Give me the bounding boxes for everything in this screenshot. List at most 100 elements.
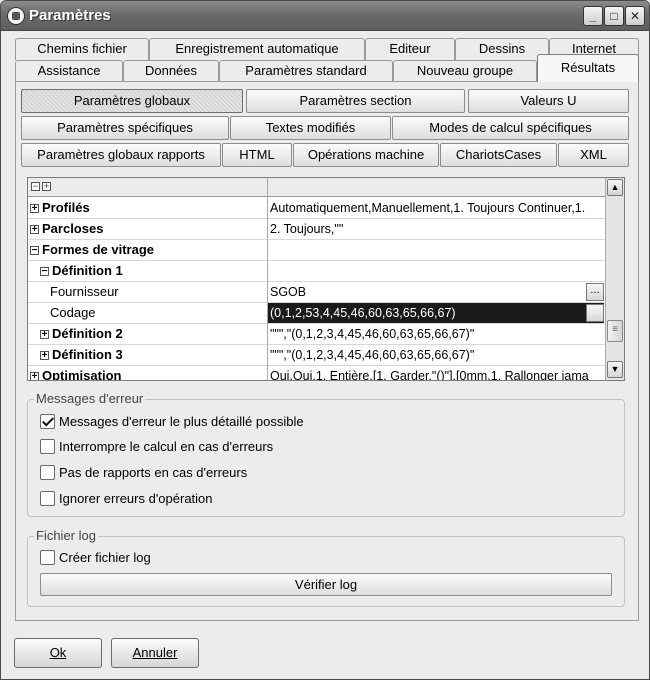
row-label: Profilés [42,200,90,215]
collapse-icon[interactable]: − [40,267,49,277]
row-value[interactable]: SGOB ... [268,282,604,302]
tab-chemins-fichier[interactable]: Chemins fichier [15,38,149,60]
no-reports-on-errors-checkbox[interactable] [40,465,55,480]
tab-resultats[interactable]: Résultats [537,54,639,82]
scroll-thumb[interactable]: ≡ [607,320,623,342]
row-value[interactable]: Oui,Oui,1. Entière,[1. Garder,"()"],[0mm… [268,366,604,380]
collapse-all-icon[interactable]: − [31,182,40,191]
subtab-valeurs-u[interactable]: Valeurs U [468,89,629,113]
grid-column-separator [267,197,268,380]
tab-parametres-standard[interactable]: Paramètres standard [219,60,393,82]
subtab-modes-de-calcul[interactable]: Modes de calcul spécifiques [392,116,629,140]
ok-button[interactable]: Ok [14,638,102,668]
expand-icon[interactable]: + [40,330,49,340]
cancel-button[interactable]: Annuler [111,638,199,668]
subtab-textes-modifies[interactable]: Textes modifiés [230,116,391,140]
row-value[interactable] [268,240,604,260]
grid-row-definition-1[interactable]: − Définition 1 [28,261,606,282]
subtab-parametres-specifiques[interactable]: Paramètres spécifiques [21,116,229,140]
grid-row-parcloses[interactable]: + Parcloses 2. Toujours,"" [28,219,606,240]
row-value[interactable]: ""","(0,1,2,3,4,45,46,60,63,65,66,67)" [268,345,604,365]
row-label: Formes de vitrage [42,242,154,257]
row-value[interactable] [268,261,604,281]
subtab-parametres-globaux-rapports[interactable]: Paramètres globaux rapports [21,143,221,167]
ignore-operation-errors-label: Ignorer erreurs d'opération [59,491,213,506]
row-label: Définition 1 [52,263,123,278]
row-label-cell: + Définition 2 [40,324,123,344]
detailed-errors-checkbox[interactable] [40,414,55,429]
collapse-icon[interactable]: − [30,246,39,256]
tab-enregistrement-automatique[interactable]: Enregistrement automatique [149,38,365,60]
grid-row-definition-3[interactable]: + Définition 3 ""","(0,1,2,3,4,45,46,60,6… [28,345,606,366]
grid-row-codage[interactable]: Codage (0,1,2,53,4,45,46,60,63,65,66,67)… [28,303,606,324]
row-label-cell: Fournisseur [50,282,119,302]
no-reports-on-errors-label: Pas de rapports en cas d'erreurs [59,465,248,480]
row-label: Définition 2 [52,326,123,341]
row-label: Définition 3 [52,347,123,362]
ok-button-label: Ok [49,645,67,660]
grid-row-fournisseur[interactable]: Fournisseur SGOB ... [28,282,606,303]
verify-log-button[interactable]: Vérifier log [40,573,612,596]
window-title: Paramètres [29,7,111,24]
row-value[interactable]: ""","(0,1,2,3,4,45,46,60,63,65,66,67)" [268,324,604,344]
row-label-cell: + Définition 3 [40,345,123,365]
expand-icon[interactable]: + [40,351,49,361]
subtab-parametres-section[interactable]: Paramètres section [246,89,465,113]
close-icon[interactable]: ✕ [625,6,645,26]
expand-icon[interactable]: + [30,225,39,235]
fournisseur-value: SGOB [270,285,307,299]
stop-on-errors-checkbox[interactable] [40,439,55,454]
expand-icon[interactable]: + [30,204,39,214]
cancel-button-label: Annuler [132,645,178,660]
grid-row-profiles[interactable]: + Profilés Automatiquement,Manuellement,1… [28,198,606,219]
property-grid[interactable]: − + + Profilés Automatiquement,Manuelleme… [27,177,625,381]
error-messages-group-title: Messages d'erreur [34,391,146,406]
column-separator[interactable] [267,178,268,197]
expand-all-icon[interactable]: + [42,182,51,191]
stop-on-errors-label: Interrompre le calcul en cas d'erreurs [59,439,274,454]
row-label: Optimisation [42,368,122,381]
title-bar[interactable]: Paramètres _ □ ✕ [1,1,649,31]
grid-header: − + [28,178,606,197]
row-value-selected[interactable]: (0,1,2,53,4,45,46,60,63,65,66,67) ... [268,303,604,323]
grid-row-optimisation[interactable]: + Optimisation Oui,Oui,1. Entière,[1. Gar… [28,366,606,381]
tab-dessins[interactable]: Dessins [455,38,549,60]
app-icon [7,7,25,25]
tab-donnees[interactable]: Données [123,60,219,82]
subtab-parametres-globaux[interactable]: Paramètres globaux [21,89,243,113]
row-label-cell: + Profilés [30,198,90,218]
row-label-cell: − Définition 1 [40,261,123,281]
subtab-xml[interactable]: XML [558,143,629,167]
create-log-label: Créer fichier log [59,550,151,565]
row-value[interactable]: 2. Toujours,"" [268,219,604,239]
subtab-html[interactable]: HTML [222,143,292,167]
tab-assistance[interactable]: Assistance [15,60,123,82]
row-value[interactable]: Automatiquement,Manuellement,1. Toujours… [268,198,604,218]
settings-window: Paramètres _ □ ✕ Chemins fichier Enregis… [0,0,650,680]
row-label: Codage [50,305,96,320]
tab-nouveau-groupe[interactable]: Nouveau groupe [393,60,537,82]
ignore-operation-errors-checkbox[interactable] [40,491,55,506]
error-messages-group: Messages d'erreur Messages d'erreur le p… [27,391,625,517]
log-file-group: Fichier log Créer fichier log Vérifier l… [27,528,625,607]
row-label: Parcloses [42,221,104,236]
detailed-errors-label: Messages d'erreur le plus détaillé possi… [59,414,304,429]
scroll-down-icon[interactable]: ▼ [607,361,623,378]
fournisseur-ellipsis-button[interactable]: ... [586,283,604,301]
row-label-cell: + Parcloses [30,219,103,239]
tab-editeur[interactable]: Editeur [365,38,455,60]
create-log-checkbox[interactable] [40,550,55,565]
scroll-up-icon[interactable]: ▲ [607,179,623,196]
grid-vertical-scrollbar[interactable]: ▲ ≡ ▼ [605,178,624,380]
subtab-operations-machine[interactable]: Opérations machine [293,143,439,167]
maximize-icon[interactable]: □ [604,6,624,26]
row-label-cell: Codage [50,303,96,323]
expand-icon[interactable]: + [30,372,39,380]
minimize-icon[interactable]: _ [583,6,603,26]
row-label-cell: + Optimisation [30,366,122,381]
grid-row-definition-2[interactable]: + Définition 2 ""","(0,1,2,3,4,45,46,60,6… [28,324,606,345]
codage-ellipsis-button[interactable]: ... [586,304,604,322]
row-label: Fournisseur [50,284,119,299]
subtab-chariots-cases[interactable]: ChariotsCases [440,143,557,167]
grid-row-formes-de-vitrage[interactable]: − Formes de vitrage [28,240,606,261]
